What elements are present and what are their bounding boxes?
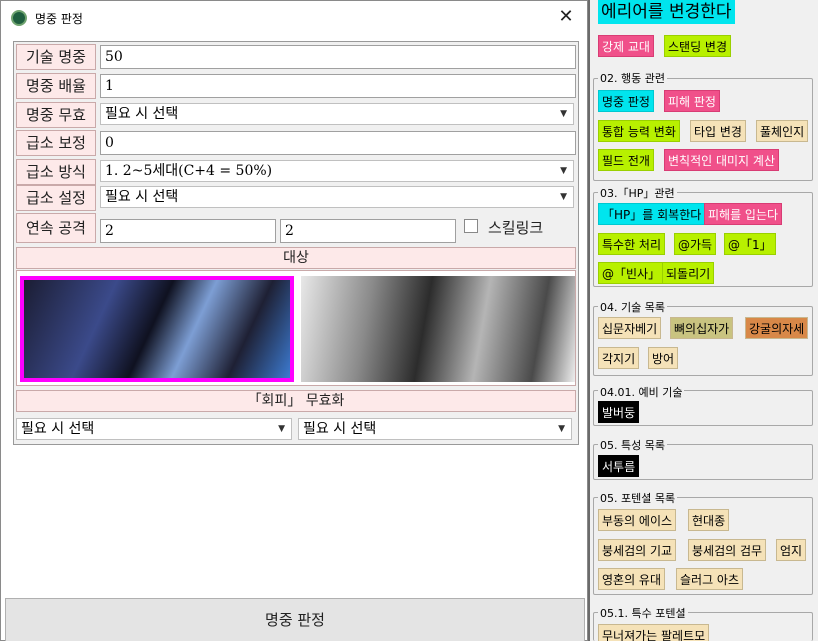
take-damage-tag[interactable]: 피해를 입는다 xyxy=(704,203,783,225)
crit-setting-value: 필요 시 선택 xyxy=(105,189,179,205)
right-option-select[interactable]: 필요 시 선택 ▼ xyxy=(298,418,572,440)
crit-method-select[interactable]: 1. 2~5세대(C+4 = 50%) ▼ xyxy=(100,160,574,182)
row-hit-invalid: 명중 무효 필요 시 선택 ▼ xyxy=(16,102,578,128)
target-header: 대상 xyxy=(16,247,576,269)
screen: 명중 판정 ✕ 기술 명중 50 명중 배율 1 명중 무효 필요 시 선택 ▼ … xyxy=(0,0,818,641)
target-card[interactable] xyxy=(301,276,575,382)
combo-min-input[interactable]: 2 xyxy=(100,219,276,243)
group-abilities-title: 05. 특성 목록 xyxy=(598,437,667,453)
hit-invalid-label: 명중 무효 xyxy=(16,102,96,128)
revert-tag[interactable]: 되돌리기 xyxy=(662,262,715,284)
chevron-down-icon: ▼ xyxy=(560,109,567,119)
ability-tag[interactable]: 서투름 xyxy=(598,455,640,477)
form-panel: 기술 명중 50 명중 배율 1 명중 무효 필요 시 선택 ▼ 급소 보정 0 … xyxy=(13,41,579,445)
group-actions-title: 02. 행동 관련 xyxy=(598,70,667,86)
chevron-down-icon: ▼ xyxy=(560,166,567,176)
group-hp-title: 03.「HP」관련 xyxy=(598,185,677,201)
row-crit-setting: 급소 설정 필요 시 선택 ▼ xyxy=(16,185,578,211)
group-potentials-title: 05. 포텐셜 목록 xyxy=(598,490,678,506)
special-process-tag[interactable]: 특수한 처리 xyxy=(598,233,666,255)
potential-tag[interactable]: 붕세검의 검무 xyxy=(688,539,767,561)
standing-change-button[interactable]: 스탠딩 변경 xyxy=(664,35,732,57)
move-tag[interactable]: 각지기 xyxy=(598,347,640,369)
move-tag[interactable]: 방어 xyxy=(648,347,679,369)
hp-one-tag[interactable]: @「1」 xyxy=(724,233,776,255)
chevron-down-icon: ▼ xyxy=(558,424,565,434)
hit-check-tag[interactable]: 명중 판정 xyxy=(598,90,654,112)
crit-setting-label: 급소 설정 xyxy=(16,185,96,211)
row-crit-bonus: 급소 보정 0 xyxy=(16,130,578,156)
row-combo: 연속 공격 2 2 스킬링크 xyxy=(16,213,578,243)
app-icon xyxy=(11,10,27,26)
combo-label: 연속 공격 xyxy=(16,213,96,243)
special-damage-tag[interactable]: 변칙적인 대미지 계산 xyxy=(664,149,779,171)
target-card-selected[interactable] xyxy=(20,276,294,382)
near-death-tag[interactable]: @「빈사」 xyxy=(598,262,665,284)
type-change-tag[interactable]: 타입 변경 xyxy=(690,120,746,142)
hit-check-button[interactable]: 명중 판정 xyxy=(5,598,585,641)
full-change-tag[interactable]: 풀체인지 xyxy=(756,120,809,142)
skill-hit-label: 기술 명중 xyxy=(16,44,96,70)
close-icon[interactable]: ✕ xyxy=(553,5,579,29)
right-option-value: 필요 시 선택 xyxy=(303,421,377,437)
hit-invalid-select[interactable]: 필요 시 선택 ▼ xyxy=(100,103,574,125)
crit-setting-select[interactable]: 필요 시 선택 ▼ xyxy=(100,186,574,208)
target-list xyxy=(16,270,576,386)
potential-tag[interactable]: 현대종 xyxy=(688,509,730,531)
potential-tag[interactable]: 붕세검의 기교 xyxy=(598,539,677,561)
action-panel: 에리어를 변경한다 강제 교대 스탠딩 변경 02. 행동 관련 명중 판정 피… xyxy=(590,0,818,641)
chevron-down-icon: ▼ xyxy=(560,192,567,202)
crit-method-label: 급소 방식 xyxy=(16,159,96,185)
potential-tag[interactable]: 엄지 xyxy=(776,539,807,561)
group-special-title: 05.1. 특수 포텐셜 xyxy=(598,605,688,621)
row-skill-hit: 기술 명중 50 xyxy=(16,44,578,70)
left-option-value: 필요 시 선택 xyxy=(21,421,95,437)
move-tag[interactable]: 뼈의십자가 xyxy=(670,317,734,339)
struggle-tag[interactable]: 발버둥 xyxy=(598,401,640,423)
dialog-title: 명중 판정 xyxy=(35,12,83,26)
crit-method-value: 1. 2~5세대(C+4 = 50%) xyxy=(105,163,273,179)
title-bar[interactable]: 명중 판정 ✕ xyxy=(1,1,587,35)
evasion-header: 「회피」 무효화 xyxy=(16,390,576,412)
left-option-select[interactable]: 필요 시 선택 ▼ xyxy=(16,418,292,440)
crit-bonus-label: 급소 보정 xyxy=(16,130,96,156)
row-crit-method: 급소 방식 1. 2~5세대(C+4 = 50%) ▼ xyxy=(16,159,578,185)
full-hp-tag[interactable]: @가득 xyxy=(674,233,717,255)
hit-mult-input[interactable]: 1 xyxy=(100,74,576,98)
skill-hit-input[interactable]: 50 xyxy=(100,45,576,69)
hp-restore-tag[interactable]: 「HP」를 회복한다 xyxy=(598,203,706,225)
stat-change-tag[interactable]: 통합 능력 변화 xyxy=(598,120,680,142)
hit-check-dialog: 명중 판정 ✕ 기술 명중 50 명중 배율 1 명중 무효 필요 시 선택 ▼ … xyxy=(0,0,588,641)
special-potential-tag[interactable]: 무너져가는 팔레트모 xyxy=(598,624,710,641)
move-tag[interactable]: 십문자베기 xyxy=(598,317,662,339)
row-hit-mult: 명중 배율 1 xyxy=(16,73,578,99)
damage-check-tag[interactable]: 피해 판정 xyxy=(664,90,720,112)
hit-mult-label: 명중 배율 xyxy=(16,73,96,99)
skill-link-label: 스킬링크 xyxy=(488,219,544,237)
move-tag[interactable]: 강굴의자세 xyxy=(745,317,809,339)
hit-invalid-value: 필요 시 선택 xyxy=(105,106,179,122)
force-switch-button[interactable]: 강제 교대 xyxy=(598,35,654,57)
field-deploy-tag[interactable]: 필드 전개 xyxy=(598,149,654,171)
group-moves-title: 04. 기술 목록 xyxy=(598,299,667,315)
group-reserve-title: 04.01. 예비 기술 xyxy=(598,384,685,400)
potential-tag[interactable]: 부동의 에이스 xyxy=(598,509,677,531)
crit-bonus-input[interactable]: 0 xyxy=(100,131,576,155)
skill-link-checkbox[interactable] xyxy=(464,219,478,233)
potential-tag[interactable]: 영혼의 유대 xyxy=(598,568,666,590)
chevron-down-icon: ▼ xyxy=(278,424,285,434)
change-area-button[interactable]: 에리어를 변경한다 xyxy=(598,0,735,24)
combo-max-input[interactable]: 2 xyxy=(280,219,456,243)
potential-tag[interactable]: 슬러그 아츠 xyxy=(676,568,744,590)
